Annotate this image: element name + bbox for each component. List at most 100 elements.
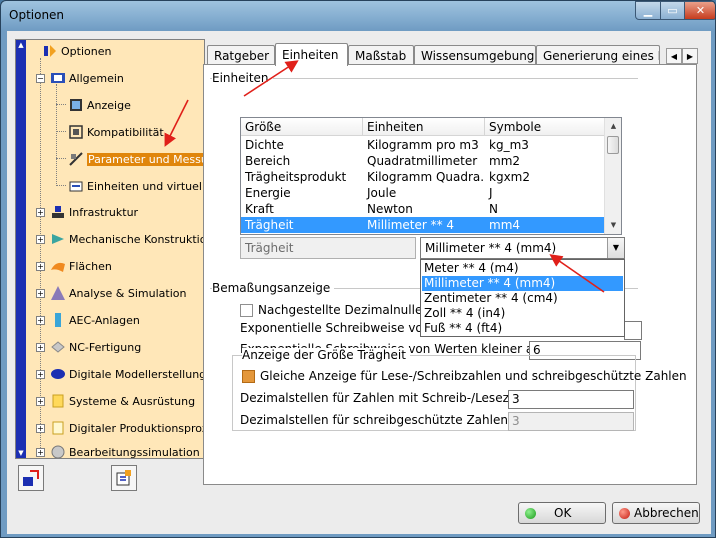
table-cell: mm2 [489,154,521,168]
tree-item-label: Digitaler Produktionsproz [69,421,205,435]
expand-icon[interactable]: + [36,208,45,217]
ok-icon [525,507,536,519]
tree-item-einheiten-und-virtuelle[interactable]: Einheiten und virtuelle [68,177,204,195]
trailing-zeros-checkbox[interactable] [240,304,253,317]
tree-scrollbar[interactable]: ▲ ▼ [16,40,26,458]
machining-simulation-icon [51,445,65,458]
selected-quantity-field: Trägheit [240,237,416,259]
expand-icon[interactable]: + [36,289,45,298]
close-button[interactable]: ✕ [684,1,715,20]
table-row-selected[interactable]: Trägheit Millimeter ** 4 mm4 [241,217,605,233]
infrastructure-icon [52,206,64,218]
tree-item-allgemein[interactable]: Allgemein [50,69,124,87]
tree-item-label: Flächen [69,259,112,273]
tree-item-analyse-simulation[interactable]: Analyse & Simulation [50,284,186,302]
chevron-left-icon: ◀ [670,51,678,61]
cancel-button[interactable]: Abbrechen [612,502,700,524]
tree-item-digitaler-produktionsprozess[interactable]: Digitaler Produktionsproz [50,419,205,437]
tree-lock-button[interactable] [111,465,137,491]
column-header-symbole[interactable]: Symbole [485,118,605,136]
tree-line [56,158,66,159]
window-title: Optionen [9,8,65,22]
dropdown-option[interactable]: Zentimeter ** 4 (cm4) [422,291,623,306]
tree-item-parameter-und-messung[interactable]: Parameter und Messun [68,150,204,168]
expand-icon[interactable]: + [36,316,45,325]
units-tab-content: Einheiten Größe Einheiten Symbole Dichte… [203,64,697,485]
unit-combobox[interactable]: Millimeter ** 4 (mm4) ▼ [420,237,625,259]
rw-decimals-input[interactable]: 3 [508,390,634,409]
general-icon [51,73,65,83]
expand-icon[interactable]: + [36,448,45,457]
tree-item-label: Analyse & Simulation [69,286,187,300]
dropdown-option[interactable]: Meter ** 4 (m4) [422,261,623,276]
expand-icon[interactable]: + [36,397,45,406]
digital-process-icon [52,421,64,435]
close-icon: ✕ [695,4,706,17]
tree-item-systeme-ausruestung[interactable]: Systeme & Ausrüstung [50,392,195,410]
compatibility-icon [69,125,83,139]
scroll-up-icon[interactable]: ▲ [16,40,26,50]
tree-item-infrastruktur[interactable]: Infrastruktur [50,203,138,221]
tab-scroll-right-button[interactable]: ▶ [682,48,698,64]
title-bar[interactable]: Optionen ▁ ▭ ✕ [1,1,715,31]
display-icon [70,99,82,111]
tab-generierung[interactable]: Generierung eines Ber [536,45,660,65]
chevron-down-icon[interactable]: ▼ [607,238,624,258]
ro-decimals-label: Dezimalstellen für schreibgeschützte Zah… [240,413,508,427]
expand-icon[interactable]: + [36,235,45,244]
dropdown-option-selected[interactable]: Millimeter ** 4 (mm4) [422,276,623,291]
tree-item-optionen[interactable]: Optionen [42,42,111,60]
unit-dropdown-list[interactable]: Meter ** 4 (m4) Millimeter ** 4 (mm4) Ze… [420,259,625,337]
minimize-button[interactable]: ▁ [635,1,661,20]
systems-icon [52,394,64,408]
table-row[interactable]: Trägheitsprodukt Kilogramm Quadra... kgx… [241,169,605,185]
scroll-up-icon[interactable]: ▲ [605,118,621,135]
ok-button[interactable]: OK [518,502,606,524]
tree-item-digitale-modellerstellung[interactable]: Digitale Modellerstellung [50,365,204,383]
tree-item-anzeige[interactable]: Anzeige [68,96,131,114]
minimize-icon: ▁ [643,4,653,17]
tree-line [40,58,41,454]
tree-item-label: Anzeige [87,98,131,112]
dropdown-option[interactable]: Zoll ** 4 (in4) [422,306,623,321]
expand-icon[interactable]: + [36,343,45,352]
scrollbar-thumb[interactable] [607,136,619,154]
tree-item-kompatibilitaet[interactable]: Kompatibilität [68,123,164,141]
tab-einheiten[interactable]: Einheiten [275,43,348,66]
same-display-label: Gleiche Anzeige für Lese-/Schreibzahlen … [260,369,687,383]
expand-icon[interactable]: + [36,424,45,433]
column-header-groesse[interactable]: Größe [241,118,363,136]
exp-greater-input[interactable] [624,321,642,340]
tree-item-aec-anlagen[interactable]: AEC-Anlagen [50,311,140,329]
scroll-down-icon[interactable]: ▼ [605,217,621,234]
ro-decimals-input: 3 [508,412,634,431]
expand-icon[interactable]: + [36,262,45,271]
table-row[interactable]: Energie Joule J [241,185,605,201]
table-row[interactable]: Bereich Quadratmillimeter mm2 [241,153,605,169]
chevron-right-icon: ▶ [686,51,694,61]
maximize-button[interactable]: ▭ [660,1,685,20]
tab-scroll-left-button[interactable]: ◀ [666,48,682,64]
options-tree: ▲ ▼ Optionen − Allgemein Anzeige Kompati… [15,39,205,459]
same-display-checkbox[interactable] [242,370,255,383]
table-row[interactable]: Kraft Newton N [241,201,605,217]
tab-ratgeber[interactable]: Ratgeber [207,45,275,65]
tree-item-label: Infrastruktur [69,205,139,219]
tree-item-nc-fertigung[interactable]: NC-Fertigung [50,338,141,356]
dropdown-option[interactable]: Fuß ** 4 (ft4) [422,321,623,336]
tab-massstab[interactable]: Maßstab [348,45,414,65]
expand-icon[interactable]: + [36,370,45,379]
table-scrollbar[interactable]: ▲ ▼ [604,118,621,234]
table-cell: mm4 [489,218,521,232]
tab-wissensumgebung[interactable]: Wissensumgebung [414,45,536,65]
cancel-label: Abbrechen [634,506,699,520]
units-table[interactable]: Größe Einheiten Symbole Dichte Kilogramm… [240,117,622,235]
tree-item-flaechen[interactable]: Flächen [50,257,112,275]
tree-item-mechanische-konstruktion[interactable]: Mechanische Konstruktion [50,230,204,248]
collapse-icon[interactable]: − [36,74,45,83]
tree-item-bearbeitungssimulation[interactable]: Bearbeitungssimulation [50,443,200,458]
tree-reset-button[interactable] [18,465,44,491]
table-row[interactable]: Dichte Kilogramm pro m3 kg_m3 [241,137,605,153]
scroll-down-icon[interactable]: ▼ [16,448,26,458]
column-header-einheiten[interactable]: Einheiten [363,118,485,136]
